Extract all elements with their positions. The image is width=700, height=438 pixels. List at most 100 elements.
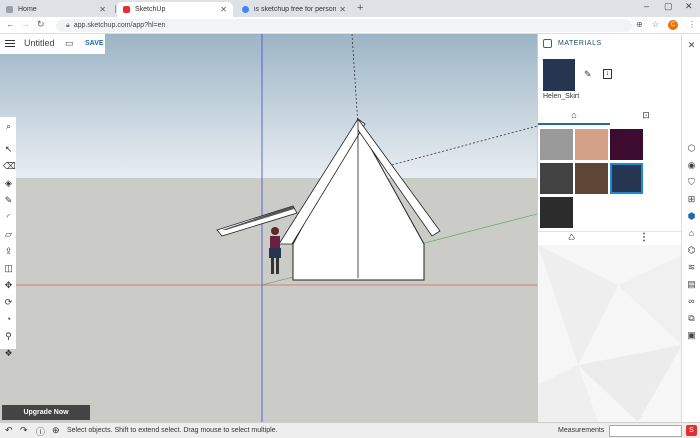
purge-icon[interactable]: ♺ bbox=[568, 233, 575, 242]
display-icon[interactable]: ⊞ bbox=[686, 194, 697, 205]
home-favicon-icon bbox=[6, 6, 13, 13]
right-panel-rail: ✕ ⬡ ◉ ⛉ ⊞ ⬢ ⌂ ⌬ ≋ ▤ ∞ ⧉ ▣ bbox=[681, 34, 700, 422]
styles-icon[interactable]: ⌂ bbox=[686, 228, 697, 239]
more-options-icon[interactable]: ⋮ bbox=[639, 232, 649, 243]
panel-footer: ♺ ⋮ bbox=[538, 231, 682, 245]
tab-google-search[interactable]: is sketchup free for personal use ✕ bbox=[236, 2, 352, 17]
paint-bucket-icon[interactable]: ◈ bbox=[3, 178, 14, 189]
close-icon[interactable]: ✕ bbox=[339, 5, 346, 14]
url-field[interactable]: 🔒︎ app.sketchup.com/app?hl=en bbox=[56, 19, 632, 32]
left-toolbar: ⌕ ↖ ⌫ ◈ ✎ ◜ ▱ ⇪ ◫ ✥ ⟳ ◔ ⚲ ❖ bbox=[0, 117, 16, 358]
browser-tab-strip: Home ✕ SketchUp ✕ is sketchup free for p… bbox=[0, 0, 700, 17]
upgrade-button[interactable]: Upgrade Now bbox=[2, 405, 90, 420]
scenes-icon[interactable]: ▤ bbox=[686, 279, 697, 290]
material-swatch[interactable] bbox=[610, 129, 643, 160]
tab-home[interactable]: Home ✕ bbox=[0, 2, 112, 17]
browse-materials-icon: ⊡ bbox=[642, 110, 650, 120]
app-top-bar: Untitled ▭ SAVE bbox=[0, 34, 105, 54]
entity-info-icon[interactable]: ⬡ bbox=[686, 143, 697, 154]
model-info-icon[interactable]: ▣ bbox=[686, 330, 697, 341]
offset-icon[interactable]: ◫ bbox=[3, 263, 14, 274]
redo-icon[interactable]: ↷ bbox=[20, 425, 28, 436]
search-icon[interactable]: ⌕ bbox=[3, 121, 14, 132]
line-icon[interactable]: ✎ bbox=[3, 195, 14, 206]
materials-icon[interactable]: ⬢ bbox=[686, 211, 697, 222]
folder-icon[interactable]: ▭ bbox=[65, 38, 74, 49]
measurements-input[interactable] bbox=[609, 425, 682, 437]
url-text: app.sketchup.com/app?hl=en bbox=[73, 22, 166, 29]
new-tab-button[interactable]: + bbox=[357, 2, 363, 14]
material-swatch[interactable] bbox=[540, 197, 573, 228]
material-swatch[interactable] bbox=[575, 163, 608, 194]
dashed-guide bbox=[387, 125, 537, 167]
materials-icon bbox=[543, 39, 552, 48]
sketchup-favicon-icon bbox=[123, 6, 130, 13]
close-icon[interactable]: ✕ bbox=[220, 5, 227, 14]
save-button[interactable]: SAVE bbox=[85, 40, 104, 47]
measurements-label: Measurements bbox=[558, 427, 605, 434]
orbit-icon[interactable]: ❖ bbox=[3, 348, 14, 359]
reload-icon[interactable]: ↻ bbox=[37, 19, 45, 30]
material-swatch[interactable] bbox=[540, 129, 573, 160]
walk-icon[interactable]: ⚲ bbox=[3, 331, 14, 342]
eraser-icon[interactable]: ⌫ bbox=[3, 161, 16, 172]
move-icon[interactable]: ✥ bbox=[3, 280, 14, 291]
material-swatch[interactable] bbox=[540, 163, 573, 194]
panel-empty-area bbox=[538, 245, 682, 422]
home-icon: ⌂ bbox=[571, 110, 577, 120]
material-name: Helen_Skirt bbox=[543, 93, 580, 100]
push-pull-icon[interactable]: ⇪ bbox=[3, 246, 14, 257]
arc-icon[interactable]: ◜ bbox=[3, 212, 14, 223]
bookmark-star-icon[interactable]: ☆ bbox=[652, 20, 659, 29]
tab-divider bbox=[115, 5, 116, 13]
back-icon[interactable]: ← bbox=[6, 19, 15, 29]
close-icon[interactable]: ✕ bbox=[99, 5, 106, 14]
layers-icon[interactable]: ≋ bbox=[686, 262, 697, 273]
minimize-icon[interactable]: – bbox=[644, 1, 649, 11]
globe-icon[interactable]: ⊕ bbox=[52, 425, 60, 436]
panel-tabs: ⌂ ⊡ bbox=[538, 106, 682, 125]
views-icon[interactable]: ∞ bbox=[686, 296, 697, 307]
select-icon[interactable]: ↖ bbox=[3, 144, 14, 155]
document-title[interactable]: Untitled bbox=[24, 38, 55, 48]
forward-icon[interactable]: → bbox=[21, 19, 30, 29]
profile-avatar[interactable]: C bbox=[668, 20, 678, 30]
3d-viewport[interactable] bbox=[0, 34, 537, 422]
dashed-guide bbox=[351, 34, 359, 127]
maximize-icon[interactable]: ▢ bbox=[664, 1, 673, 12]
tab-browse[interactable]: ⊡ bbox=[610, 106, 682, 125]
outliner-icon[interactable]: ⧉ bbox=[686, 313, 697, 324]
tab-sketchup[interactable]: SketchUp ✕ bbox=[117, 2, 233, 17]
material-preview bbox=[543, 59, 575, 91]
components-icon[interactable]: ⛉ bbox=[686, 177, 697, 188]
close-panel-icon[interactable]: ✕ bbox=[686, 40, 697, 51]
download-icon[interactable]: ↓ bbox=[603, 69, 612, 79]
model-scene bbox=[0, 34, 537, 422]
browser-menu-icon[interactable]: ⋮ bbox=[688, 20, 696, 29]
sketchup-logo-icon: S bbox=[686, 425, 697, 436]
status-bar: ↶ ↷ ⓘ ⊕ Select objects. Shift to extend … bbox=[0, 422, 700, 438]
tab-label: is sketchup free for personal use bbox=[254, 6, 336, 13]
tab-in-model[interactable]: ⌂ bbox=[538, 106, 610, 125]
material-swatch[interactable] bbox=[610, 163, 643, 194]
material-swatch[interactable] bbox=[575, 129, 608, 160]
window-close-icon[interactable]: ✕ bbox=[685, 1, 693, 12]
extension-icon[interactable]: ⊕ bbox=[636, 20, 643, 29]
undo-icon[interactable]: ↶ bbox=[5, 425, 13, 436]
rotate-icon[interactable]: ⟳ bbox=[3, 297, 14, 308]
help-circle-icon[interactable]: ⓘ bbox=[36, 425, 45, 438]
hamburger-menu-icon[interactable] bbox=[5, 40, 15, 49]
tape-measure-icon[interactable]: ◔ bbox=[3, 314, 14, 325]
rectangle-icon[interactable]: ▱ bbox=[3, 229, 14, 240]
lock-icon: 🔒︎ bbox=[66, 22, 70, 29]
materials-panel: MATERIALS ✎ ↓ Helen_Skirt ⌂ ⊡ ♺ ⋮ bbox=[537, 34, 682, 422]
edit-icon[interactable]: ✎ bbox=[584, 69, 592, 80]
instructor-icon[interactable]: ◉ bbox=[686, 160, 697, 171]
person-figure bbox=[269, 227, 281, 274]
tab-label: Home bbox=[18, 6, 37, 13]
tab-label: SketchUp bbox=[135, 6, 166, 13]
address-bar: ← → ↻ 🔒︎ app.sketchup.com/app?hl=en ⊕ ☆ ⋮ bbox=[0, 17, 700, 34]
panel-title: MATERIALS bbox=[558, 40, 602, 47]
tags-icon[interactable]: ⌬ bbox=[686, 245, 697, 256]
google-favicon-icon bbox=[242, 6, 249, 13]
